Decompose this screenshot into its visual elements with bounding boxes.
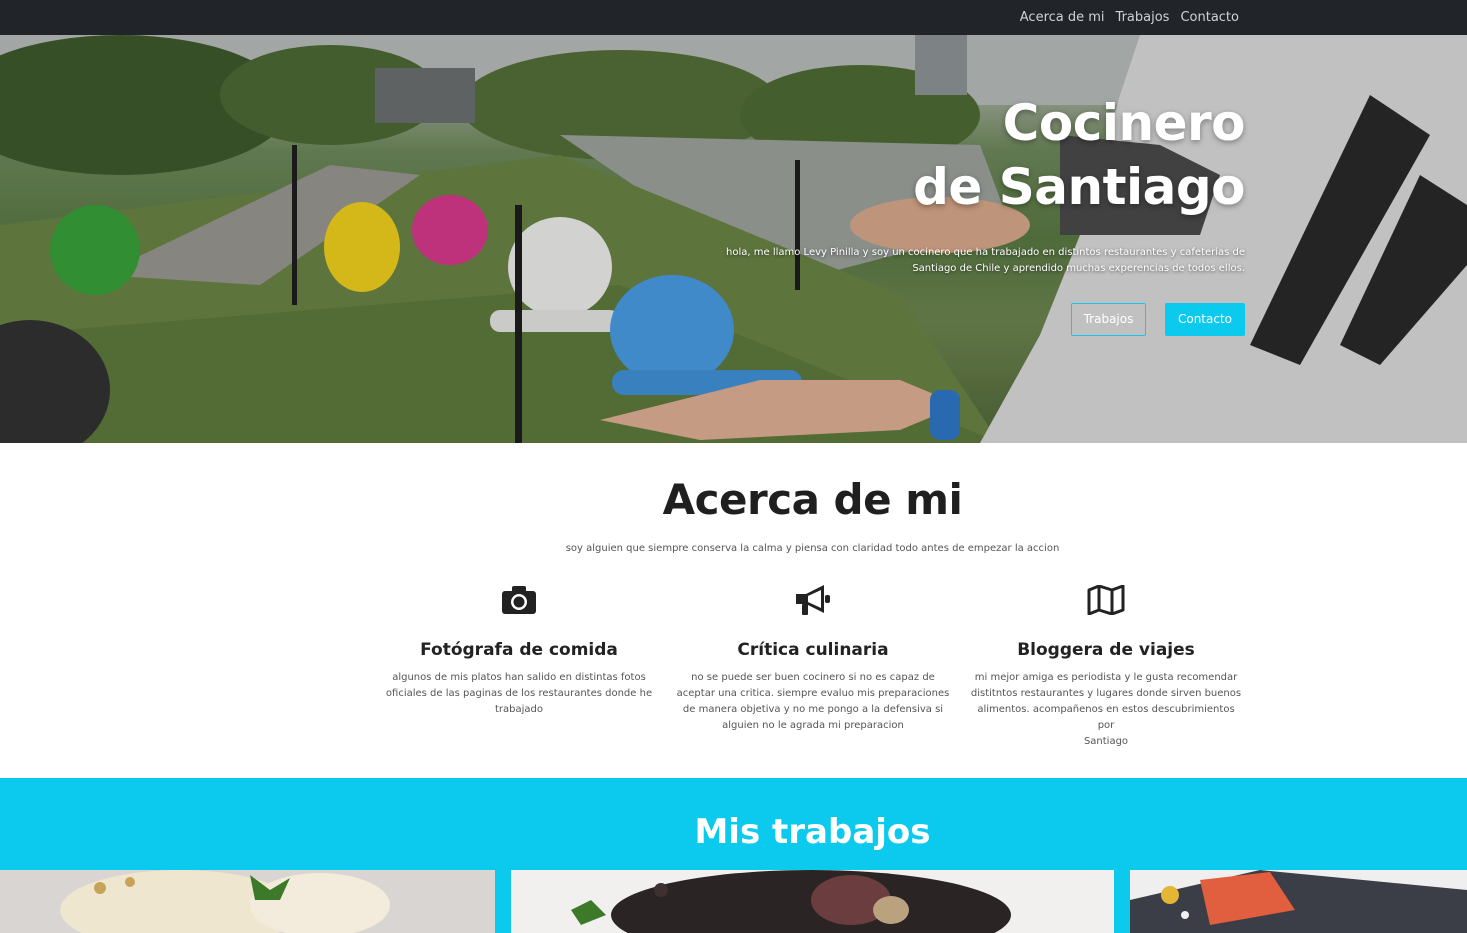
camera-icon	[381, 583, 657, 617]
about-section: Acerca de mi soy alguien que siempre con…	[0, 443, 1467, 778]
nav-link-acerca[interactable]: Acerca de mi	[1020, 10, 1105, 25]
feature-line: mi mejor amiga es periodista y le gusta …	[974, 672, 1238, 683]
feature-line: alguien no le agrada mi preparacion	[722, 720, 904, 731]
feature-food-photographer: Fotógrafa de comida algunos de mis plato…	[381, 583, 657, 718]
feature-description: no se puede ser buen cocinero si no es c…	[675, 670, 951, 734]
feature-title: Bloggera de viajes	[1017, 640, 1195, 660]
feature-description: algunos de mis platos han salido en dist…	[381, 670, 657, 718]
works-button[interactable]: Trabajos	[1071, 303, 1146, 336]
works-section: Mis trabajos	[0, 778, 1467, 933]
hero-intro-line1: hola, me llamo Levy Pinilla y soy un coc…	[726, 247, 1245, 258]
work-image-pasta[interactable]	[511, 870, 1114, 933]
work-image-dessert[interactable]	[0, 870, 495, 933]
feature-travel-blogger: Bloggera de viajes mi mejor amiga es per…	[968, 583, 1244, 750]
hero-content: Cocinero de Santiago hola, me llamo Levy…	[685, 91, 1246, 336]
feature-line: no se puede ser buen cocinero si no es c…	[691, 672, 935, 683]
megaphone-icon	[675, 583, 951, 617]
feature-line: distitntos restaurantes y lugares donde …	[970, 688, 1242, 699]
feature-food-critic: Crítica culinaria no se puede ser buen c…	[675, 583, 951, 734]
feature-line: Santiago	[1083, 736, 1129, 747]
feature-line: oficiales de las paginas de los restaura…	[385, 688, 653, 699]
hero-buttons: Trabajos Contacto	[685, 303, 1245, 336]
feature-title: Crítica culinaria	[737, 640, 889, 660]
hero-intro: hola, me llamo Levy Pinilla y soy un coc…	[685, 245, 1245, 277]
hero-intro-line2: Santiago de Chile y aprendido muchas exp…	[912, 263, 1245, 274]
feature-line: aceptar una critica. siempre evaluo mis …	[676, 688, 950, 699]
hero-title-line2: de Santiago	[913, 158, 1245, 216]
feature-line: de manera objetiva y no me pongo a la de…	[682, 704, 944, 715]
hero-title: Cocinero de Santiago	[685, 91, 1245, 219]
navbar: Acerca de mi Trabajos Contacto	[0, 0, 1467, 35]
feature-line: algunos de mis platos han salido en dist…	[392, 672, 646, 683]
work-image-salmon[interactable]	[1130, 870, 1467, 933]
hero-title-line1: Cocinero	[1002, 94, 1246, 152]
feature-line: trabajado	[494, 704, 543, 715]
hero-section: Cocinero de Santiago hola, me llamo Levy…	[0, 35, 1467, 443]
feature-title: Fotógrafa de comida	[420, 640, 618, 660]
nav-links: Acerca de mi Trabajos Contacto	[1020, 0, 1239, 35]
nav-link-contacto[interactable]: Contacto	[1180, 10, 1239, 25]
works-title: Mis trabajos	[694, 812, 931, 852]
nav-link-trabajos[interactable]: Trabajos	[1116, 10, 1170, 25]
about-title: Acerca de mi	[662, 475, 963, 524]
contact-button[interactable]: Contacto	[1165, 303, 1245, 336]
feature-description: mi mejor amiga es periodista y le gusta …	[968, 670, 1244, 750]
map-icon	[968, 583, 1244, 617]
feature-line: alimentos. acompañenos en estos descubri…	[977, 704, 1235, 731]
about-subtitle: soy alguien que siempre conserva la calm…	[565, 543, 1060, 554]
